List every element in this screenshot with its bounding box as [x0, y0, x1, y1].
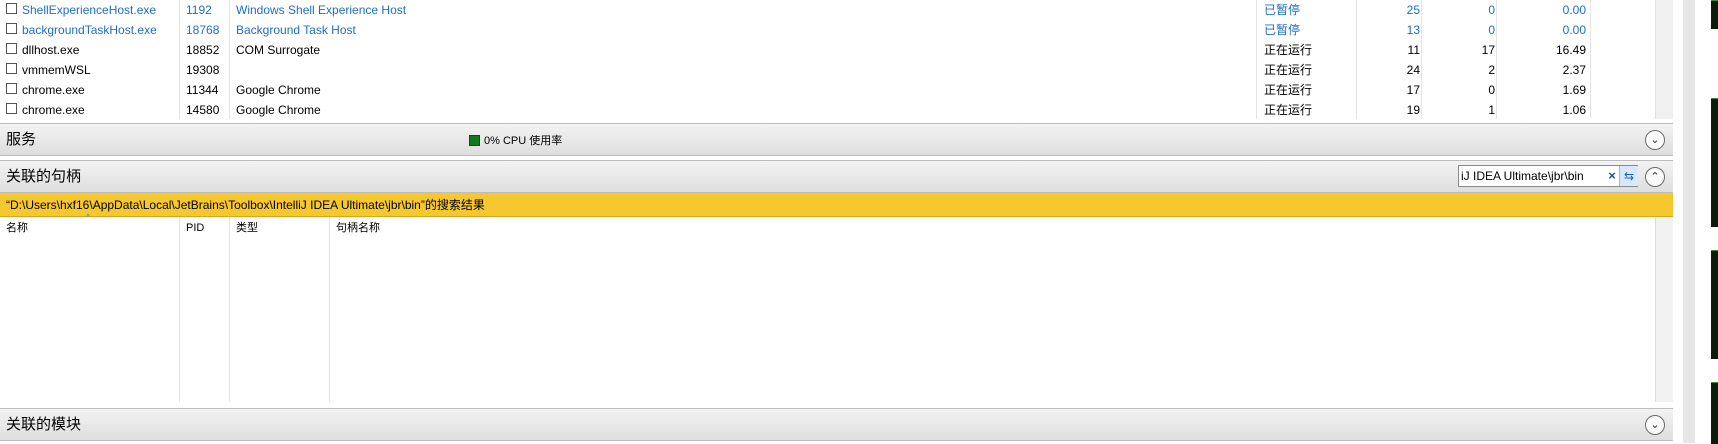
column-divider — [329, 217, 330, 402]
modules-section-header[interactable]: 关联的模块 ⌄ — [0, 408, 1673, 441]
process-cpu: 17 — [1481, 43, 1495, 57]
process-row[interactable]: ShellExperienceHost.exe 1192 Windows Shell… — [0, 0, 1673, 20]
process-name: chrome.exe — [22, 83, 85, 97]
process-average-cpu: 1.06 — [1562, 103, 1586, 117]
process-average-cpu: 16.49 — [1555, 43, 1586, 57]
process-row[interactable]: vmmemWSL 19308 正在运行 24 2 2.37 — [0, 60, 1673, 80]
process-name: dllhost.exe — [22, 43, 80, 57]
handles-section-header[interactable]: 关联的句柄 × ⇆ ⌃ — [0, 160, 1673, 193]
process-pid: 18768 — [186, 23, 220, 37]
process-name: ShellExperienceHost.exe — [22, 3, 157, 17]
handles-table: ^ 名称 PID 类型 句柄名称 — [0, 212, 1674, 402]
process-name: vmmemWSL — [22, 63, 91, 77]
process-description: Google Chrome — [236, 103, 321, 117]
collapse-chevron-up-icon[interactable]: ⌃ — [1645, 167, 1665, 187]
cpu-graph — [1711, 382, 1718, 444]
search-result-bar: “D:\Users\hxf16\AppData\Local\JetBrains\… — [0, 193, 1673, 217]
process-cpu: 2 — [1488, 63, 1495, 77]
services-title: 服务 — [6, 131, 37, 148]
process-average-cpu: 2.37 — [1562, 63, 1586, 77]
process-pid: 1192 — [186, 3, 212, 17]
cpu-graph — [1711, 98, 1718, 227]
process-status: 已暂停 — [1264, 3, 1301, 17]
graph-panel — [1673, 0, 1718, 444]
column-divider — [229, 217, 230, 402]
process-cpu: 0 — [1488, 3, 1495, 17]
cpu-graph — [1711, 0, 1718, 29]
process-threads: 11 — [1407, 43, 1420, 57]
cpu-usage-square-icon — [469, 135, 480, 146]
column-header-pid[interactable]: PID — [186, 217, 204, 239]
process-row[interactable]: backgroundTaskHost.exe 18768 Background Ta… — [0, 20, 1673, 40]
process-status: 正在运行 — [1264, 83, 1313, 97]
column-header-type[interactable]: 类型 — [236, 217, 258, 239]
splitter-bar[interactable] — [1683, 0, 1695, 443]
handles-search-input[interactable] — [1461, 167, 1601, 185]
process-status: 正在运行 — [1264, 63, 1313, 77]
column-header-handle-name[interactable]: 句柄名称 — [336, 217, 380, 239]
process-average-cpu: 0.00 — [1562, 23, 1586, 37]
process-row[interactable]: dllhost.exe 18852 COM Surrogate 正在运行 11 17 16.… — [0, 40, 1673, 60]
process-checkbox[interactable] — [6, 43, 17, 54]
process-checkbox[interactable] — [6, 83, 17, 94]
process-table: ShellExperienceHost.exe 1192 Windows Shell… — [0, 0, 1674, 120]
column-header-name[interactable]: 名称 — [6, 217, 28, 239]
process-threads: 25 — [1406, 3, 1420, 17]
process-threads: 24 — [1406, 63, 1420, 77]
process-status: 正在运行 — [1264, 103, 1313, 117]
process-status: 已暂停 — [1264, 23, 1301, 37]
process-checkbox[interactable] — [6, 63, 17, 74]
cpu-usage-text: 0% CPU 使用率 — [484, 135, 563, 147]
modules-title: 关联的模块 — [6, 416, 82, 433]
clear-search-icon[interactable]: × — [1605, 167, 1619, 185]
handles-table-scrollbar[interactable] — [1655, 217, 1674, 402]
services-section-header[interactable]: 服务 0% CPU 使用率 ⌄ — [0, 123, 1673, 156]
process-pid: 18852 — [186, 43, 220, 57]
process-threads: 13 — [1406, 23, 1420, 37]
process-checkbox[interactable] — [6, 3, 17, 14]
process-description: COM Surrogate — [236, 43, 321, 57]
handles-title: 关联的句柄 — [6, 168, 82, 185]
process-pid: 11344 — [186, 83, 219, 97]
process-description: Background Task Host — [236, 23, 356, 37]
process-pid: 19308 — [186, 63, 220, 77]
handles-search-box[interactable]: × ⇆ — [1458, 165, 1638, 187]
process-name: chrome.exe — [22, 103, 85, 117]
cpu-usage-indicator: 0% CPU 使用率 — [469, 133, 562, 149]
resource-monitor-cpu-tab: ShellExperienceHost.exe 1192 Windows Shell… — [0, 0, 1674, 443]
expand-chevron-down-icon[interactable]: ⌄ — [1645, 130, 1665, 150]
process-cpu: 0 — [1488, 83, 1495, 97]
search-refresh-icon[interactable]: ⇆ — [1619, 166, 1638, 186]
process-checkbox[interactable] — [6, 103, 17, 114]
process-average-cpu: 0.00 — [1562, 3, 1586, 17]
process-cpu: 0 — [1488, 23, 1495, 37]
process-row[interactable]: chrome.exe 14580 Google Chrome 正在运行 19 1 1.06 — [0, 100, 1673, 120]
process-description — [236, 60, 1236, 80]
process-pid: 14580 — [186, 103, 220, 117]
process-threads: 19 — [1406, 103, 1420, 117]
process-description: Google Chrome — [236, 83, 321, 97]
process-average-cpu: 1.69 — [1562, 83, 1586, 97]
column-divider — [179, 217, 180, 402]
expand-chevron-down-icon[interactable]: ⌄ — [1645, 415, 1665, 435]
search-result-text: “D:\Users\hxf16\AppData\Local\JetBrains\… — [6, 198, 485, 212]
process-checkbox[interactable] — [6, 23, 17, 34]
process-cpu: 1 — [1488, 103, 1495, 117]
sort-ascending-icon: ^ — [86, 212, 91, 222]
process-threads: 17 — [1406, 83, 1420, 97]
process-name: backgroundTaskHost.exe — [22, 23, 157, 37]
process-description: Windows Shell Experience Host — [236, 3, 407, 17]
process-status: 正在运行 — [1264, 43, 1313, 57]
process-row[interactable]: chrome.exe 11344 Google Chrome 正在运行 17 0 1.69 — [0, 80, 1673, 100]
cpu-graph — [1711, 250, 1718, 359]
